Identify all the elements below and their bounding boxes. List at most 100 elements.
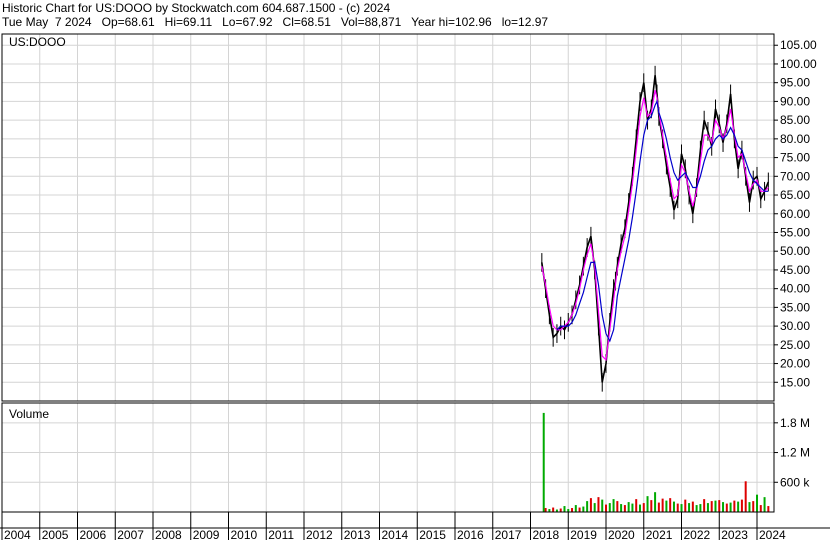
volume-bar [597, 497, 600, 512]
price-axis: 105.00 100.00 95.00 90.00 85.00 80.00 75.00 70.… [774, 38, 817, 389]
volume-bar [733, 500, 736, 512]
volume-label: Volume [9, 407, 49, 421]
price-tick-label: 85.00 [780, 113, 810, 127]
year-label: 2023 [721, 528, 748, 542]
price-tick-label: 105.00 [780, 38, 817, 52]
volume-bar [657, 502, 660, 512]
price-tick-label: 65.00 [780, 188, 810, 202]
year-label: 2012 [306, 528, 333, 542]
price-tick-label: 95.00 [780, 76, 810, 90]
symbol-label: US:DOOO [9, 35, 66, 49]
volume-bar [691, 501, 694, 512]
volume-bar [612, 499, 615, 512]
volume-bar [718, 500, 721, 512]
year-label: 2008 [155, 528, 182, 542]
volume-bar [669, 498, 672, 512]
year-label: 2024 [759, 528, 786, 542]
year-label: 2020 [608, 528, 635, 542]
volume-bar [672, 501, 675, 512]
volume-bar [695, 505, 698, 512]
year-label: 2019 [570, 528, 597, 542]
volume-bar [665, 500, 668, 512]
year-axis: 2004 2005 2006 2007 2008 2009 2010 2011 2012 2013… [1, 512, 786, 542]
volume-bar [544, 508, 547, 512]
historic-chart: 105.00 100.00 95.00 90.00 85.00 80.00 75.00 70.… [0, 33, 830, 542]
volume-bar [593, 503, 596, 512]
price-tick-label: 55.00 [780, 225, 810, 239]
moving-averages [541, 90, 769, 362]
year-label: 2022 [684, 528, 711, 542]
price-tick-label: 20.00 [780, 357, 810, 371]
price-tick-label: 100.00 [780, 57, 817, 71]
moving-average-line-1 [541, 90, 769, 362]
volume-bar [638, 504, 641, 512]
year-label: 2014 [382, 528, 409, 542]
volume-bar [725, 503, 728, 512]
volume-bar [729, 502, 732, 512]
volume-bar [589, 498, 592, 512]
price-tick-label: 70.00 [780, 169, 810, 183]
volume-bar [748, 502, 751, 512]
year-label: 2005 [42, 528, 69, 542]
price-tick-label: 60.00 [780, 207, 810, 221]
year-label: 2006 [80, 528, 107, 542]
volume-bar [582, 506, 585, 512]
year-label: 2015 [419, 528, 446, 542]
volume-bar [574, 505, 577, 512]
volume-bar [763, 497, 766, 512]
volume-bar [722, 502, 725, 512]
volume-bar [601, 499, 604, 512]
volume-bar [552, 507, 555, 512]
volume-bars [542, 412, 770, 512]
price-grid [1, 34, 774, 401]
volume-bar [616, 501, 619, 512]
year-label: 2018 [533, 528, 560, 542]
price-tick-label: 90.00 [780, 94, 810, 108]
volume-bar [586, 501, 589, 512]
volume-bar [710, 501, 713, 512]
year-label: 2013 [344, 528, 371, 542]
price-tick-label: 15.00 [780, 375, 810, 389]
volume-bar [627, 502, 630, 512]
volume-bar [563, 506, 566, 512]
price-tick-label: 75.00 [780, 151, 810, 165]
volume-panel-frame [1, 402, 775, 513]
price-panel-frame [1, 33, 775, 402]
price-tick-label: 80.00 [780, 132, 810, 146]
volume-bar [684, 499, 687, 512]
price-series [541, 65, 770, 392]
volume-bar [767, 506, 770, 512]
volume-tick-label: 1.8 M [780, 416, 810, 430]
volume-bar [706, 503, 709, 512]
price-tick-label: 50.00 [780, 244, 810, 258]
price-tick-label: 35.00 [780, 300, 810, 314]
year-label: 2009 [193, 528, 220, 542]
price-tick-label: 40.00 [780, 282, 810, 296]
volume-bar [661, 498, 664, 512]
volume-bar [650, 500, 653, 512]
year-label: 2017 [495, 528, 522, 542]
volume-bar [744, 481, 747, 512]
chart-frames [0, 33, 830, 529]
volume-bar [623, 505, 626, 512]
volume-bar [542, 412, 545, 512]
volume-bar [654, 492, 657, 512]
volume-bar [703, 499, 706, 512]
volume-bar [756, 494, 759, 512]
volume-bar [752, 501, 755, 512]
volume-bar [631, 503, 634, 512]
year-label: 2016 [457, 528, 484, 542]
volume-bar [642, 503, 645, 512]
volume-bar [759, 505, 762, 512]
volume-tick-label: 1.2 M [780, 446, 810, 460]
volume-bar [680, 504, 683, 512]
volume-bar [620, 504, 623, 512]
volume-tick-label: 600 k [780, 475, 810, 489]
volume-bar [578, 507, 581, 512]
year-label: 2010 [231, 528, 258, 542]
volume-bar [740, 499, 743, 512]
year-label: 2021 [646, 528, 673, 542]
year-label: 2004 [4, 528, 31, 542]
volume-grid [1, 403, 774, 512]
price-tick-label: 25.00 [780, 338, 810, 352]
